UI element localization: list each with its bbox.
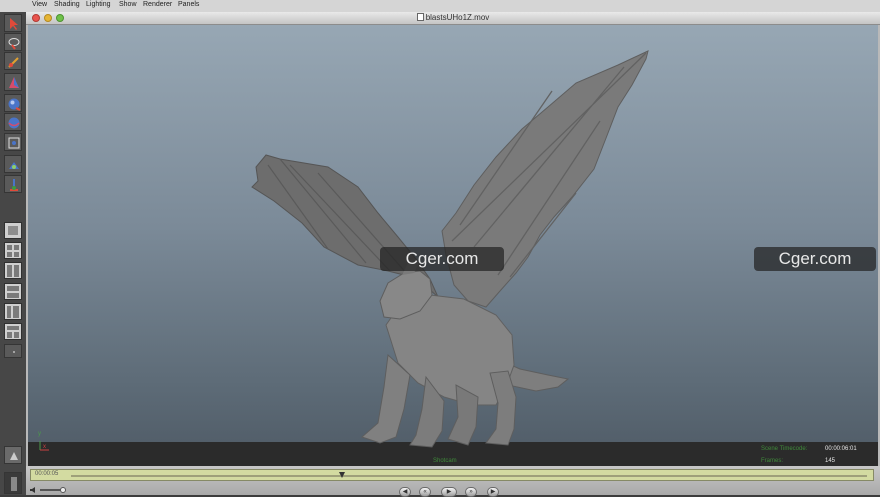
current-time: 00:00:05 <box>35 471 59 477</box>
move-tool-icon[interactable] <box>4 73 22 91</box>
scrubber-bar[interactable]: 00:00:05 <box>30 469 874 481</box>
layout-graph-icon[interactable] <box>4 303 22 320</box>
frames-value: 145 <box>825 458 836 464</box>
layout-single-icon[interactable] <box>4 222 22 239</box>
axis-x-label: x <box>43 444 46 450</box>
playhead-icon[interactable] <box>338 472 345 478</box>
scene-timecode-label: Scene Timecode: <box>761 446 808 452</box>
menu-show[interactable]: Show <box>119 1 137 8</box>
volume-knob[interactable] <box>60 487 66 493</box>
script-editor-icon[interactable] <box>4 472 22 494</box>
paint-select-icon[interactable] <box>4 52 22 70</box>
axis-y-label: y <box>38 431 41 437</box>
menu-lighting[interactable]: Lighting <box>86 1 111 8</box>
skip-back-button[interactable]: ◀ <box>399 487 411 497</box>
lasso-tool-icon[interactable] <box>4 33 22 51</box>
movie-file-icon <box>416 13 424 21</box>
rewind-button[interactable]: « <box>419 487 431 497</box>
layout-split-icon[interactable] <box>4 262 22 279</box>
menu-renderer[interactable]: Renderer <box>143 1 172 8</box>
scale-tool-icon[interactable] <box>4 113 22 131</box>
window-title-text: blastsUHo1Z.mov <box>425 13 490 22</box>
layout-hypershade-icon[interactable] <box>4 323 22 340</box>
menu-view[interactable]: View <box>32 1 47 8</box>
toolbox-expand-icon[interactable] <box>4 344 22 358</box>
window-titlebar: blastsUHo1Z.mov <box>26 12 880 25</box>
manipulator-icon[interactable] <box>4 133 22 151</box>
watermark-center: Cger.com <box>380 247 504 271</box>
menu-panels[interactable]: Panels <box>178 1 199 8</box>
scrubber-track[interactable] <box>71 472 867 478</box>
select-tool-icon[interactable] <box>4 14 22 32</box>
menu-shading[interactable]: Shading <box>54 1 80 8</box>
scene-timecode-value: 00:00:06:01 <box>825 446 857 452</box>
volume-icon[interactable] <box>29 486 39 494</box>
camera-name-label: Shotcam <box>433 458 457 464</box>
frames-label: Frames: <box>761 458 784 464</box>
soft-mod-icon[interactable] <box>4 155 22 173</box>
volume-slider[interactable] <box>40 487 66 493</box>
skip-forward-button[interactable]: ▶ <box>487 487 499 497</box>
layout-outliner-icon[interactable] <box>4 283 22 300</box>
layout-four-icon[interactable] <box>4 242 22 259</box>
toolbox <box>0 12 27 495</box>
show-manip-icon[interactable] <box>4 175 22 193</box>
maya-viewport[interactable]: Cger.com Cger.com y x Shotcam Scene Time… <box>28 25 878 475</box>
quicktime-window: blastsUHo1Z.mov Cger.com Cger.com y x Sh… <box>26 12 880 495</box>
window-title: blastsUHo1Z.mov <box>26 13 880 22</box>
watermark-right: Cger.com <box>754 247 876 271</box>
command-line-icon[interactable] <box>4 446 22 464</box>
rotate-tool-icon[interactable] <box>4 94 22 112</box>
play-button[interactable]: ▶ <box>441 487 457 497</box>
fast-forward-button[interactable]: » <box>465 487 477 497</box>
